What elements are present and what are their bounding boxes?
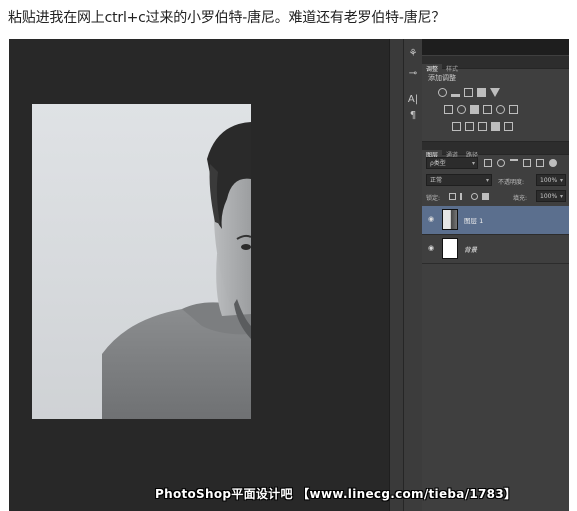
selective-color-icon[interactable] [504, 122, 513, 131]
layer-filter-label: ρ类型 [430, 160, 446, 167]
exposure-icon[interactable] [477, 88, 486, 97]
layer-thumbnail [442, 209, 458, 230]
character-icon[interactable]: A| [406, 93, 420, 107]
right-panels: 调整 样式 添加调整 图层 通道 路径 ρ类型 ▾ 正常 ▾ 不透明度: 100… [422, 39, 569, 511]
chevron-down-icon: ▾ [559, 193, 563, 200]
color-lookup-icon[interactable] [509, 105, 518, 114]
chevron-down-icon: ▾ [559, 177, 563, 184]
layer-name: 背景 [464, 246, 477, 254]
lock-transparency-icon[interactable] [449, 193, 456, 200]
vibrance-icon[interactable] [490, 88, 500, 97]
shape-filter-icon[interactable] [523, 159, 531, 167]
add-adjustment-label: 添加调整 [428, 74, 456, 82]
gradient-map-icon[interactable] [491, 122, 500, 131]
smart-object-filter-icon[interactable] [536, 159, 544, 167]
threshold-icon[interactable] [478, 122, 487, 131]
opacity-value: 100% [540, 177, 558, 184]
panel-topbar [422, 39, 569, 55]
lock-position-icon[interactable] [471, 193, 478, 200]
layers-panel: 图层 通道 路径 ρ类型 ▾ 正常 ▾ 不透明度: 100% ▾ 锁定: 填充:… [422, 141, 569, 511]
chevron-down-icon: ▾ [485, 177, 489, 184]
lock-icons [449, 193, 489, 200]
blend-mode-value: 正常 [430, 177, 443, 184]
adjustments-tabs: 调整 样式 [422, 56, 569, 76]
layer-row-background[interactable]: ◉ 背景 [422, 235, 569, 264]
brightness-icon[interactable] [438, 88, 447, 97]
curves-icon[interactable] [464, 88, 473, 97]
post-caption: 粘贴进我在网上ctrl+c过来的小罗伯特-唐尼。难道还有老罗伯特-唐尼？ [8, 10, 446, 26]
fill-label: 填充: [513, 195, 528, 202]
watermark-text: PhotoShop平面设计吧 【www.linecg.com/tieba/178… [155, 487, 517, 501]
invert-icon[interactable] [452, 122, 461, 131]
eye-icon[interactable]: ◉ [427, 244, 435, 252]
fill-value: 100% [540, 193, 558, 200]
photo-filter-icon[interactable] [483, 105, 492, 114]
photoshop-screenshot: ⚘ ⊸ A| ¶ 调整 样式 添加调整 图层 通道 路径 ρ类型 ▾ 正常 ▾ … [9, 39, 569, 511]
layer-row-layer1[interactable]: ◉ 图层 1 [422, 206, 569, 235]
brush-preset-icon[interactable]: ⊸ [406, 67, 420, 81]
chevron-down-icon: ▾ [471, 160, 475, 167]
adjustment-icons-row-3 [452, 122, 513, 131]
pixel-filter-icon[interactable] [484, 159, 492, 167]
lock-all-icon[interactable] [482, 193, 489, 200]
opacity-label: 不透明度: [498, 179, 525, 186]
layers-tabs: 图层 通道 路径 [422, 142, 569, 162]
eye-icon[interactable]: ◉ [427, 215, 435, 223]
canvas-area[interactable] [9, 39, 389, 511]
hue-saturation-icon[interactable] [444, 105, 453, 114]
adjustment-icons-row-1 [438, 88, 500, 97]
panel-dock-strip: ⚘ ⊸ A| ¶ [403, 39, 423, 511]
channel-mixer-icon[interactable] [496, 105, 505, 114]
color-balance-icon[interactable] [457, 105, 466, 114]
lock-pixels-icon[interactable] [460, 193, 467, 200]
layer-name: 图层 1 [464, 217, 484, 225]
blend-mode-dropdown[interactable]: 正常 ▾ [426, 174, 492, 186]
adjustment-filter-icon[interactable] [497, 159, 505, 167]
opacity-field[interactable]: 100% ▾ [536, 174, 566, 186]
type-filter-icon[interactable] [510, 159, 518, 167]
layer-thumbnail [442, 238, 458, 259]
adjustment-icons-row-2 [444, 105, 518, 114]
filter-toggle-icon[interactable] [549, 159, 557, 167]
posterize-icon[interactable] [465, 122, 474, 131]
fill-field[interactable]: 100% ▾ [536, 190, 566, 202]
black-white-icon[interactable] [470, 105, 479, 114]
filter-icons [484, 159, 557, 167]
history-icon[interactable]: ⚘ [406, 47, 420, 61]
layer-filter-dropdown[interactable]: ρ类型 ▾ [426, 157, 478, 169]
portrait-image [102, 122, 251, 419]
levels-icon[interactable] [451, 88, 460, 97]
paragraph-icon[interactable]: ¶ [406, 109, 420, 123]
lock-label: 锁定: [426, 195, 441, 202]
vertical-scrollbar[interactable] [389, 39, 404, 511]
document-canvas[interactable] [32, 104, 251, 419]
